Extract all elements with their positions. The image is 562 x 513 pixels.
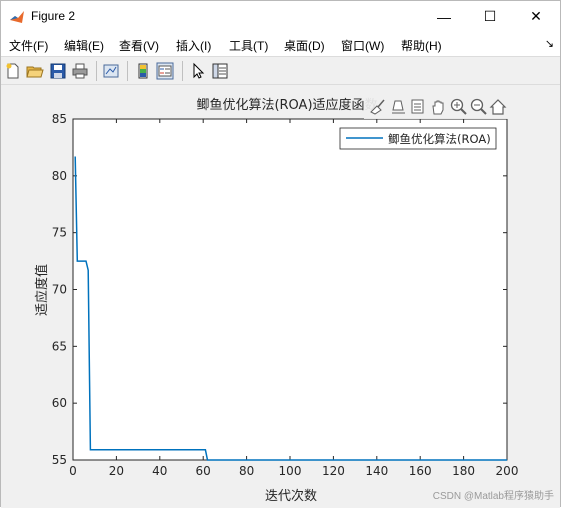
x-tick-label: 140 [365, 464, 388, 478]
menu-view[interactable]: 查看(V) [119, 37, 159, 54]
menu-insert[interactable]: 插入(I) [176, 37, 211, 54]
axes-toolbar [364, 95, 510, 119]
chart-title: 鲫鱼优化算法(ROA)适应度函数 [196, 97, 377, 113]
y-tick-label: 75 [52, 226, 67, 240]
export-icon[interactable] [411, 99, 424, 114]
property-editor-icon[interactable] [211, 62, 229, 80]
minimize-icon: — [437, 8, 451, 25]
figure-canvas: 0 20 40 60 80 100 120 140 160 180 200 55 60 65 70 75 80 8… [1, 85, 560, 508]
menu-edit[interactable]: 编辑(E) [64, 37, 104, 54]
close-button[interactable]: ✕ [513, 1, 559, 32]
maximize-icon: ☐ [483, 8, 497, 24]
y-axis-label: 适应度值 [34, 264, 50, 316]
x-tick-label: 0 [69, 464, 77, 478]
menu-bar: 文件(F) 编辑(E) 查看(V) 插入(I) 工具(T) 桌面(D) 窗口(W… [1, 32, 560, 56]
save-icon[interactable] [49, 62, 67, 80]
matlab-logo-icon [9, 9, 25, 25]
axes-area[interactable] [72, 118, 508, 461]
menu-desktop[interactable]: 桌面(D) [284, 37, 325, 54]
window-title: Figure 2 [31, 9, 76, 23]
x-tick-label: 180 [452, 464, 475, 478]
title-bar: Figure 2 — ☐ ✕ [1, 1, 560, 32]
toolbar-separator [182, 61, 183, 81]
colorbar-icon[interactable] [134, 62, 152, 80]
print-icon[interactable] [71, 62, 89, 80]
figure-toolbar [1, 56, 560, 85]
x-tick-label: 60 [196, 464, 211, 478]
x-tick-label: 160 [409, 464, 432, 478]
legend-label: 鲫鱼优化算法(ROA) [388, 132, 491, 146]
watermark-text: CSDN @Matlab程序猿助手 [432, 491, 554, 502]
x-axis-label: 迭代次数 [265, 488, 317, 504]
menu-window[interactable]: 窗口(W) [341, 37, 384, 54]
y-tick-label: 55 [52, 453, 67, 467]
y-tick-label: 60 [52, 396, 67, 410]
x-tick-label: 200 [496, 464, 519, 478]
pan-icon[interactable] [432, 100, 444, 115]
x-tick-label: 100 [279, 464, 302, 478]
x-tick-label: 120 [322, 464, 345, 478]
x-tick-label: 80 [239, 464, 254, 478]
y-tick-label: 85 [52, 112, 67, 126]
plot-svg: 0 20 40 60 80 100 120 140 160 180 200 55 60 65 70 75 80 8… [34, 95, 519, 504]
toolbar-separator [96, 61, 97, 81]
x-tick-label: 40 [152, 464, 167, 478]
minimize-button[interactable]: — [421, 1, 467, 32]
x-tick-label: 20 [109, 464, 124, 478]
legend[interactable]: 鲫鱼优化算法(ROA) [339, 127, 497, 150]
legend-icon[interactable] [156, 62, 174, 80]
figure-window: Figure 2 — ☐ ✕ 文件(F) 编辑(E) 查看(V) 插入(I) 工… [0, 0, 561, 508]
y-tick-label: 65 [52, 339, 67, 353]
pointer-icon[interactable] [189, 62, 207, 80]
toolbar-separator [127, 61, 128, 81]
menu-file[interactable]: 文件(F) [9, 37, 48, 54]
y-tick-label: 80 [52, 169, 67, 183]
menu-tools[interactable]: 工具(T) [229, 37, 268, 54]
link-plot-icon[interactable] [102, 62, 120, 80]
open-file-icon[interactable] [26, 62, 44, 80]
new-figure-icon[interactable] [4, 62, 22, 80]
menu-help[interactable]: 帮助(H) [401, 37, 442, 54]
menu-overflow-icon[interactable]: ↘ [545, 37, 554, 50]
maximize-button[interactable]: ☐ [467, 1, 513, 32]
close-icon: ✕ [530, 8, 542, 24]
y-tick-label: 70 [52, 283, 67, 297]
